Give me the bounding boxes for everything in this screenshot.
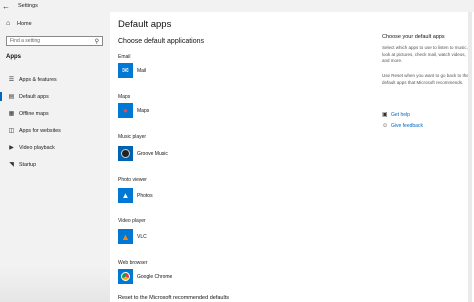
back-arrow-icon: ← [2,1,10,11]
page-subtitle: Choose default applications [118,38,205,45]
reset-defaults-label: Reset to the Microsoft recommended defau… [118,295,229,301]
sidebar-item-label: Apps & features [19,76,57,83]
sidebar-footer [0,266,110,302]
category-label-email: Email [118,54,131,60]
sidebar-item-label: Startup [19,161,37,168]
sidebar-item-startup[interactable]: ◥ Startup [0,156,110,173]
app-name: Groove Music [137,150,168,157]
sidebar-item-default-apps[interactable]: ▤ Default apps [0,88,110,105]
sidebar-item-offline-maps[interactable]: ▦ Offline maps [0,105,110,122]
give-feedback-link[interactable]: ☺ Give feedback [382,123,423,129]
get-help-label: Get help [391,111,410,118]
maps-icon: ● [118,103,133,118]
default-app-web-browser[interactable]: Google Chrome [118,269,172,284]
give-feedback-label: Give feedback [391,123,423,129]
default-app-maps[interactable]: ● Maps [118,103,149,118]
list-icon: ☰ [8,77,15,83]
category-label-maps: Maps [118,94,131,100]
default-app-email[interactable]: ✉ Mail [118,63,146,78]
default-app-video-player[interactable]: ▲ VLC [118,229,147,244]
category-label-video-player: Video player [118,218,146,224]
startup-icon: ◥ [9,162,14,168]
sidebar-item-apps-for-websites[interactable]: ◫ Apps for websites [0,122,110,139]
home-icon: ⌂ [6,20,11,27]
default-app-music-player[interactable]: Groove Music [118,146,168,161]
default-apps-icon: ▤ [8,94,15,100]
get-help-link[interactable]: ▣ Get help [382,111,410,119]
sidebar-item-label: Default apps [19,93,49,100]
photos-icon: ▲ [118,188,133,203]
app-name: Maps [137,107,150,114]
category-label-music-player: Music player [118,134,147,140]
search-placeholder: Find a setting [10,38,41,44]
video-icon: ▶ [9,145,14,151]
page-title: Default apps [118,19,172,30]
sidebar-home[interactable]: ⌂ Home [6,20,32,27]
feedback-icon: ☺ [382,123,389,129]
app-name: VLC [137,233,147,240]
app-name: Photos [137,192,153,199]
map-icon: ▦ [8,111,15,117]
sidebar-item-label: Offline maps [19,110,49,117]
chrome-icon [118,269,133,284]
related-description: Select which apps to use to listen to mu… [382,45,468,63]
search-icon: ⚲ [94,38,99,45]
app-name: Google Chrome [137,273,173,280]
sidebar-nav: ☰ Apps & features ▤ Default apps ▦ Offli… [0,71,110,173]
home-label: Home [17,20,32,27]
reset-description: Use Reset when you want to go back to th… [382,73,469,85]
sidebar-item-video-playback[interactable]: ▶ Video playback [0,139,110,156]
app-name: Mail [137,67,147,74]
sidebar-section-title: Apps [6,54,21,60]
search-input[interactable]: Find a setting ⚲ [6,36,103,46]
sidebar-item-label: Apps for websites [19,127,61,134]
sidebar-item-label: Video playback [19,144,55,151]
window-title: Settings [18,3,38,9]
related-title: Choose your default apps [382,34,445,40]
category-label-photo-viewer: Photo viewer [118,177,147,183]
back-button[interactable]: ← [0,0,12,12]
vlc-icon: ▲ [118,229,133,244]
link-icon: ◫ [8,128,15,134]
scrollbar[interactable] [468,12,472,302]
default-app-photo-viewer[interactable]: ▲ Photos [118,188,153,203]
help-icon: ▣ [382,112,388,118]
mail-icon: ✉ [118,63,133,78]
groove-music-icon [118,146,133,161]
category-label-web-browser: Web browser [118,260,148,266]
title-bar: ← Settings [0,0,474,12]
sidebar-item-apps-features[interactable]: ☰ Apps & features [0,71,110,88]
sidebar: ⌂ Home Find a setting ⚲ Apps ☰ Apps & fe… [0,12,110,302]
